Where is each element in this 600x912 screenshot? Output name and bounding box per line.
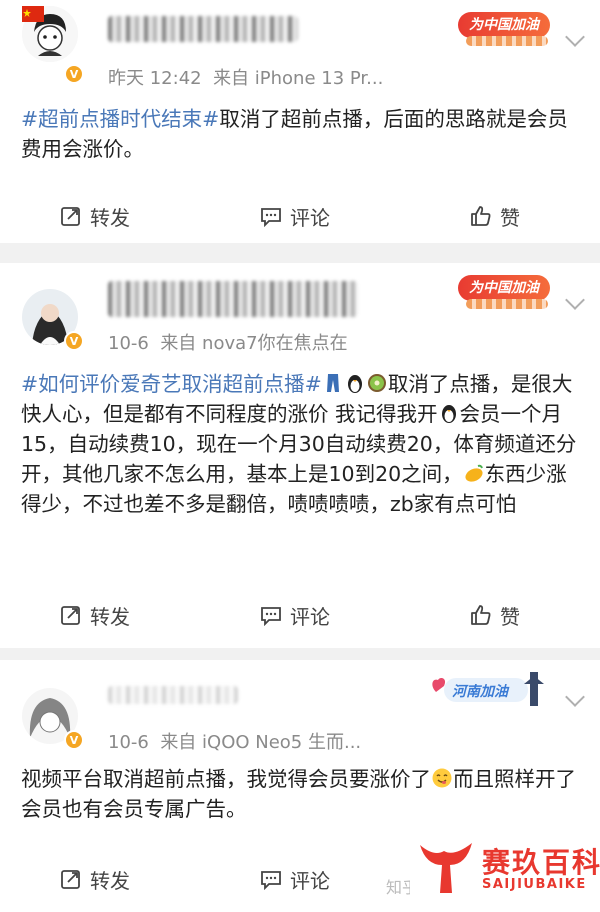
- comment-label: 评论: [290, 868, 330, 893]
- comment-button[interactable]: 评论: [260, 859, 330, 899]
- watermark-subtitle: SAIJIUBAIKE: [482, 877, 587, 892]
- comment-label: 评论: [290, 604, 330, 629]
- flag-icon: [22, 6, 44, 22]
- cheer-badge: 为中国加油: [452, 267, 556, 317]
- action-bar: 转发 评论 赞: [0, 595, 600, 635]
- post-body: 视频平台取消超前点播，我觉得会员要涨价了: [21, 767, 431, 791]
- username-blurred: [108, 281, 358, 317]
- like-button[interactable]: 赞: [470, 196, 520, 236]
- post-meta: 10-6 来自 nova7你在焦点在: [108, 329, 348, 355]
- badge-label: 河南加油: [452, 684, 508, 700]
- like-button[interactable]: 赞: [470, 595, 520, 635]
- like-label: 赞: [500, 205, 520, 230]
- repost-label: 转发: [90, 868, 130, 893]
- mango-emoji-icon: [463, 462, 485, 484]
- badge-label: 为中国加油: [458, 275, 550, 301]
- verified-icon: V: [64, 64, 84, 84]
- post-time: 10-6: [108, 333, 149, 354]
- chevron-down-icon[interactable]: [565, 687, 585, 707]
- comment-icon: [261, 607, 281, 626]
- post-text: #超前点播时代结束#取消了超前点播，后面的思路就是会员费用会涨价。: [21, 104, 581, 164]
- henan-badge: 河南加油: [426, 670, 550, 710]
- badge-label: 为中国加油: [458, 12, 550, 38]
- post-source: 来自 iQOO Neo5 生而...: [160, 732, 362, 753]
- post-text: 视频平台取消超前点播，我觉得会员要涨价了 而且照样开了会员也有会员专属广告。: [21, 764, 581, 824]
- repost-icon: [61, 870, 80, 889]
- post-time: 10-6: [108, 732, 149, 753]
- repost-label: 转发: [90, 205, 130, 230]
- thumbs-up-icon: [471, 206, 491, 226]
- post-time: 昨天 12:42: [108, 68, 202, 89]
- like-label: 赞: [500, 604, 520, 629]
- penguin-emoji-icon: [344, 372, 366, 394]
- repost-button[interactable]: 转发: [60, 595, 130, 635]
- comment-label: 评论: [290, 205, 330, 230]
- chevron-down-icon[interactable]: [565, 27, 585, 47]
- post-meta: 10-6 来自 iQOO Neo5 生而...: [108, 728, 361, 754]
- penguin-emoji-icon: [438, 402, 460, 424]
- badge-decoration: [466, 299, 548, 309]
- comment-button[interactable]: 评论: [260, 196, 330, 236]
- repost-button[interactable]: 转发: [60, 859, 130, 899]
- repost-icon: [61, 207, 80, 226]
- post-source: 来自 iPhone 13 Pr...: [213, 68, 384, 89]
- repost-icon: [61, 606, 80, 625]
- hashtag-link[interactable]: #如何评价爱奇艺取消超前点播#: [21, 372, 322, 396]
- site-watermark: 赛玖百科 SAIJIUBAIKE: [410, 833, 600, 901]
- whale-tail-logo-icon: [420, 843, 472, 893]
- post-source: 来自 nova7你在焦点在: [160, 333, 348, 354]
- yum-face-emoji-icon: [431, 767, 453, 789]
- cheer-badge: 为中国加油: [452, 4, 556, 54]
- jeans-emoji-icon: [322, 372, 344, 394]
- kiwi-emoji-icon: [366, 372, 388, 394]
- post-text: #如何评价爱奇艺取消超前点播# 取消了点播，是很大快人心，但是都有不同程度的涨价 …: [21, 369, 581, 519]
- comment-icon: [261, 871, 281, 890]
- comment-icon: [261, 208, 281, 227]
- hashtag-link[interactable]: #超前点播时代结束#: [21, 107, 219, 131]
- repost-label: 转发: [90, 604, 130, 629]
- post-card: V 昨天 12:42 来自 iPhone 13 Pr... 为中国加油 #超前点…: [0, 0, 600, 243]
- verified-icon: V: [64, 331, 84, 351]
- comment-button[interactable]: 评论: [260, 595, 330, 635]
- thumbs-up-icon: [471, 605, 491, 625]
- badge-decoration: [466, 36, 548, 46]
- repost-button[interactable]: 转发: [60, 196, 130, 236]
- action-bar: 转发 评论 赞: [0, 196, 600, 236]
- post-meta: 昨天 12:42 来自 iPhone 13 Pr...: [108, 64, 383, 90]
- watermark-title: 赛玖百科: [482, 846, 600, 879]
- verified-icon: V: [64, 730, 84, 750]
- username-blurred: [108, 16, 298, 42]
- username-blurred: [108, 686, 238, 704]
- chevron-down-icon[interactable]: [565, 290, 585, 310]
- post-card: V 10-6 来自 nova7你在焦点在 为中国加油 #如何评价爱奇艺取消超前点…: [0, 263, 600, 648]
